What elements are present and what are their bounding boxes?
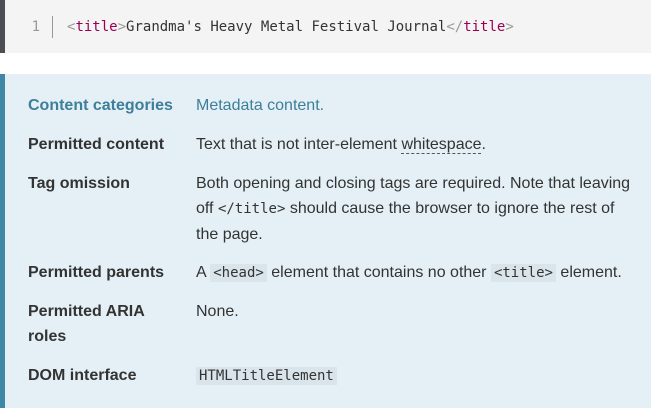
title-text: Grandma's Heavy Metal Festival Journal [126, 18, 447, 35]
permitted-aria-roles-value: None. [196, 303, 239, 320]
whitespace-link[interactable]: whitespace [401, 136, 482, 154]
close-tag-lt: </ [446, 18, 464, 35]
head-element-code[interactable]: <head> [210, 264, 267, 282]
permitted-content-text: Text that is not inter-element [196, 136, 402, 153]
tag-omission-value: Both opening and closing tags are requir… [196, 171, 641, 247]
permitted-content-period: . [481, 136, 486, 153]
html-title-element-link[interactable]: HTMLTitleElement [196, 367, 337, 385]
permitted-aria-roles-label: Permitted ARIA roles [28, 303, 145, 345]
closing-title-code: </title> [217, 201, 286, 217]
code-example-block: 1 <title>Grandma's Heavy Metal Festival … [0, 0, 651, 53]
permitted-parents-text-c: element. [555, 264, 622, 281]
content-categories-value[interactable]: Metadata content. [196, 93, 641, 118]
permitted-parents-label: Permitted parents [28, 264, 165, 281]
open-tag-gt: > [117, 18, 127, 35]
title-element-code[interactable]: <title> [490, 264, 556, 282]
close-tag-name: title [463, 18, 506, 35]
permitted-parents-text-a: A [196, 264, 211, 281]
permitted-content-label: Permitted content [28, 136, 165, 153]
open-tag-name: title [75, 18, 118, 35]
line-number: 1 [5, 15, 53, 38]
dom-interface-label: DOM interface [28, 367, 137, 384]
permitted-parents-text-b: element that contains no other [266, 264, 491, 281]
code-line: <title>Grandma's Heavy Metal Festival Jo… [53, 16, 514, 38]
permitted-parents-value: A <head> element that contains no other … [196, 260, 641, 286]
dom-interface-value: HTMLTitleElement [196, 363, 641, 389]
close-tag-gt: > [505, 18, 514, 35]
tag-omission-label: Tag omission [28, 175, 130, 192]
content-categories-label[interactable]: Content categories [28, 93, 188, 118]
element-properties-table: Content categories Metadata content. Per… [0, 74, 651, 408]
permitted-content-value: Text that is not inter-element whitespac… [196, 132, 641, 157]
